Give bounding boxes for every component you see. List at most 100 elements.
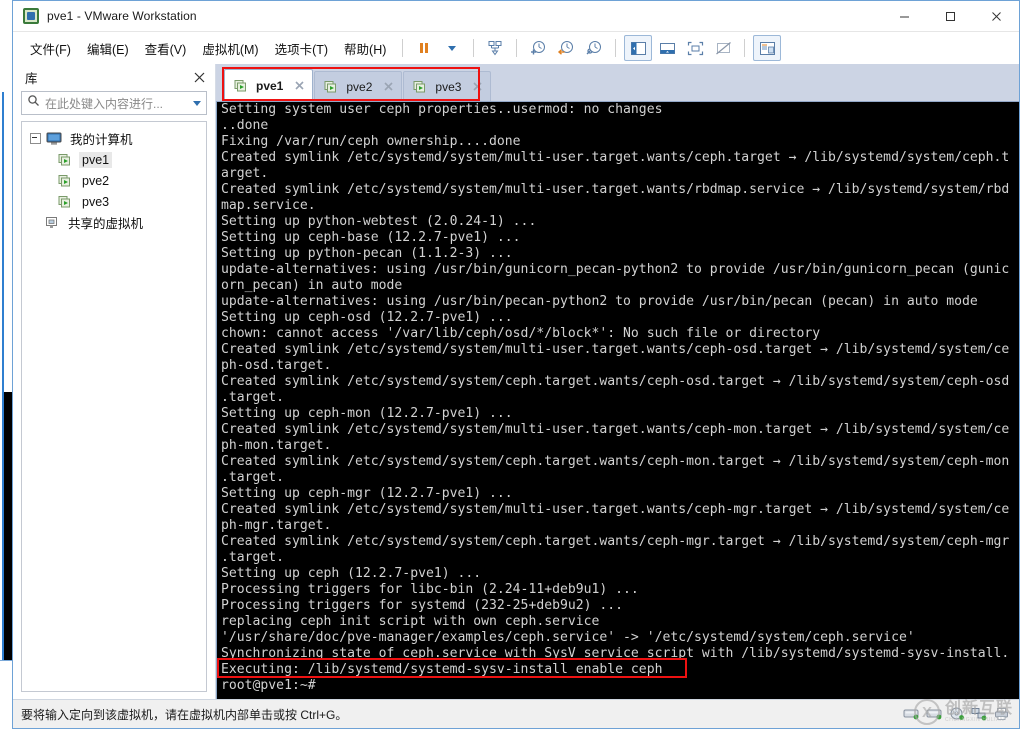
- status-cd-dvd[interactable]: [949, 707, 965, 721]
- status-hard-disk-1[interactable]: [903, 707, 920, 721]
- vm-running-icon: [234, 79, 250, 93]
- hard-disk-icon: [903, 709, 919, 720]
- main-window: pve1 - VMware Workstation 文件(F) 编辑(E) 查看…: [12, 0, 1020, 729]
- terminal-line: Setting up python-webtest (2.0.24-1) ...: [221, 214, 537, 229]
- tab-label: pve3: [435, 79, 462, 94]
- revert-snapshot-button[interactable]: [553, 36, 579, 60]
- tab-label: pve2: [346, 79, 373, 94]
- library-close-button[interactable]: [191, 69, 207, 85]
- menu-vm[interactable]: 虚拟机(M): [195, 35, 265, 62]
- vm-pane: pve1 pve2 pve3 Setting system user ceph …: [216, 64, 1019, 700]
- network-icon: [971, 708, 987, 721]
- preferences-button[interactable]: [753, 35, 782, 61]
- tab-label: pve1: [256, 78, 284, 93]
- snapshot-manager-button[interactable]: [482, 36, 508, 60]
- vmware-workstation-window: pve1 - VMware Workstation 文件(F) 编辑(E) 查看…: [0, 0, 1020, 729]
- unity-mode-button[interactable]: [710, 36, 736, 60]
- tab-pve2[interactable]: pve2: [314, 71, 403, 101]
- library-search-box[interactable]: 在此处键入内容进行...: [21, 91, 207, 115]
- status-hard-disk-2[interactable]: [926, 707, 943, 721]
- minimize-icon: [899, 16, 909, 17]
- snapshot-add-icon: [531, 41, 546, 55]
- search-input[interactable]: 在此处键入内容进行...: [45, 95, 188, 112]
- tab-close-button[interactable]: [292, 79, 306, 93]
- tab-close-button[interactable]: [470, 80, 484, 94]
- take-snapshot-button[interactable]: [525, 36, 551, 60]
- maximize-button[interactable]: [927, 1, 973, 31]
- terminal-line: Created symlink /etc/systemd/system/mult…: [221, 422, 1010, 437]
- window-title: pve1 - VMware Workstation: [47, 9, 197, 23]
- vm-console-screen[interactable]: Setting system user ceph properties..use…: [216, 102, 1019, 700]
- tab-close-button[interactable]: [381, 80, 395, 94]
- status-device-icons: [900, 707, 1019, 721]
- sidebar-item-pve2[interactable]: pve2: [22, 170, 206, 191]
- terminal-line: ..done: [221, 118, 269, 133]
- terminal-line: .target.: [221, 390, 285, 405]
- toolbar-separator: [615, 39, 617, 57]
- terminal-line: Setting up ceph-mon (12.2.7-pve1) ...: [221, 406, 513, 421]
- show-library-button[interactable]: [624, 35, 653, 61]
- terminal-line: update-alternatives: using /usr/bin/peca…: [221, 294, 978, 309]
- close-button[interactable]: [973, 1, 1019, 31]
- tree-node-my-computer[interactable]: 我的计算机: [22, 128, 206, 149]
- vm-running-icon: [58, 195, 74, 209]
- sidebar-item-shared-vms[interactable]: 共享的虚拟机: [22, 212, 206, 233]
- terminal-line: Setting up ceph-mgr (12.2.7-pve1) ...: [221, 486, 513, 501]
- terminal-line: arget.: [221, 166, 269, 181]
- terminal-line: ph-osd.target.: [221, 358, 332, 373]
- snapshot-revert-icon: [558, 41, 574, 55]
- close-icon: [473, 82, 482, 91]
- sidebar-toggle-icon: [630, 41, 646, 55]
- manage-snapshots-button[interactable]: [581, 36, 607, 60]
- terminal-line: Created symlink /etc/systemd/system/ceph…: [221, 534, 1010, 549]
- printer-icon: [995, 708, 1008, 720]
- terminal-line: update-alternatives: using /usr/bin/guni…: [221, 262, 1010, 277]
- minimize-button[interactable]: [881, 1, 927, 31]
- terminal-line: Setting system user ceph properties..use…: [221, 102, 663, 117]
- terminal-line: chown: cannot access '/var/lib/ceph/osd/…: [221, 326, 821, 341]
- sidebar-item-label: pve3: [82, 194, 110, 209]
- status-printer[interactable]: [994, 707, 1010, 721]
- status-network[interactable]: [971, 707, 988, 721]
- menu-edit[interactable]: 编辑(E): [80, 35, 136, 62]
- hard-disk-icon: [926, 709, 942, 720]
- window-controls: [881, 1, 1019, 31]
- close-icon: [194, 72, 204, 82]
- sidebar-item-label: pve2: [82, 173, 110, 188]
- power-dropdown[interactable]: [439, 36, 465, 60]
- snapshot-settings-icon: [586, 41, 602, 55]
- sidebar-item-pve1[interactable]: pve1: [22, 149, 206, 170]
- terminal-line: Created symlink /etc/systemd/system/ceph…: [221, 374, 1010, 389]
- vm-tab-strip: pve1 pve2 pve3: [216, 64, 1019, 102]
- menu-view[interactable]: 查看(V): [138, 35, 194, 62]
- status-bar: 要将输入定向到该虚拟机，请在虚拟机内部单击或按 Ctrl+G。: [13, 699, 1019, 728]
- title-bar: pve1 - VMware Workstation: [13, 1, 1019, 32]
- terminal-line: Setting up ceph (12.2.7-pve1) ...: [221, 566, 482, 581]
- fullscreen-button[interactable]: [682, 36, 708, 60]
- tab-pve3[interactable]: pve3: [403, 71, 492, 101]
- menu-file[interactable]: 文件(F): [23, 35, 78, 62]
- search-dropdown-button[interactable]: [188, 100, 206, 106]
- search-icon: [27, 94, 40, 112]
- toolbar-separator: [473, 39, 475, 57]
- chevron-down-icon: [448, 45, 457, 51]
- background-window-strip: [0, 0, 12, 729]
- background-window-footer: [0, 660, 12, 701]
- menu-help[interactable]: 帮助(H): [337, 35, 393, 62]
- pause-icon: [420, 43, 429, 53]
- suspend-button[interactable]: [411, 36, 437, 60]
- status-message: 要将输入定向到该虚拟机，请在虚拟机内部单击或按 Ctrl+G。: [21, 707, 348, 722]
- console-view-button[interactable]: [654, 36, 680, 60]
- terminal-line: root@pve1:~#: [221, 678, 316, 693]
- terminal-line: orn_pecan) in auto mode: [221, 278, 403, 293]
- terminal-line: .target.: [221, 550, 285, 565]
- tab-pve1[interactable]: pve1: [224, 69, 314, 101]
- sidebar-item-pve3[interactable]: pve3: [22, 191, 206, 212]
- terminal-line: ph-mgr.target.: [221, 518, 332, 533]
- expander-icon[interactable]: [30, 133, 41, 144]
- terminal-line: Processing triggers for systemd (232-25+…: [221, 598, 624, 613]
- close-icon: [384, 82, 393, 91]
- toolbar-separator: [402, 39, 404, 57]
- menu-tabs[interactable]: 选项卡(T): [268, 35, 335, 62]
- library-title: 库: [25, 71, 38, 86]
